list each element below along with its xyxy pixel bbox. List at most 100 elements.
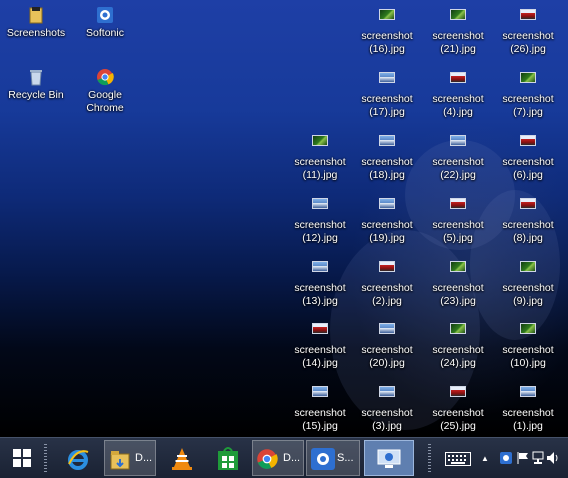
remote-desktop-button[interactable]: [364, 440, 414, 476]
file-extension-line: (8).jpg: [513, 231, 543, 244]
softonic-shortcut-icon[interactable]: Softonic: [69, 6, 141, 40]
file-icon-f14[interactable]: screenshot (14).jpg: [284, 320, 356, 369]
file-icon-f12[interactable]: screenshot (12).jpg: [284, 195, 356, 244]
file-icon-f24[interactable]: screenshot (24).jpg: [422, 320, 494, 369]
image-thumbnail-icon: [284, 386, 356, 404]
screenshots-folder-icon[interactable]: Screenshots: [0, 6, 72, 40]
flag-tray-icon[interactable]: [516, 451, 530, 468]
file-name-line: screenshot: [502, 219, 554, 231]
file-icon-f13[interactable]: screenshot (13).jpg: [284, 258, 356, 307]
start-button[interactable]: [4, 440, 38, 476]
file-icon-f10[interactable]: screenshot (10).jpg: [492, 320, 564, 369]
taskbar: D... D... S... ▲: [0, 437, 568, 478]
file-icon-f11[interactable]: screenshot (11).jpg: [284, 132, 356, 181]
file-extension-line: (12).jpg: [302, 231, 338, 244]
file-extension-line: (2).jpg: [372, 294, 402, 307]
image-thumbnail-icon: [492, 386, 564, 404]
file-extension-line: (9).jpg: [513, 294, 543, 307]
file-name-line: screenshot: [361, 407, 413, 419]
touch-keyboard-button[interactable]: [440, 440, 476, 476]
file-icon-f21[interactable]: screenshot (21).jpg: [422, 6, 494, 55]
file-extension-line: (25).jpg: [440, 419, 476, 432]
file-name-line: screenshot: [361, 156, 413, 168]
file-extension-line: (13).jpg: [302, 294, 338, 307]
file-name-line: screenshot: [502, 282, 554, 294]
file-explorer-button[interactable]: D...: [104, 440, 156, 476]
image-thumbnail-icon: [492, 9, 564, 27]
chrome-taskbar-button[interactable]: D...: [252, 440, 304, 476]
file-name-line: screenshot: [432, 93, 484, 105]
file-name-line: screenshot: [294, 219, 346, 231]
softonic-taskbar-button[interactable]: S...: [306, 440, 360, 476]
volume-icon[interactable]: [546, 451, 560, 468]
file-name-line: screenshot: [432, 344, 484, 356]
file-icon-f2[interactable]: screenshot (2).jpg: [351, 258, 423, 307]
file-extension-line: (6).jpg: [513, 168, 543, 181]
file-icon-f7[interactable]: screenshot (7).jpg: [492, 69, 564, 118]
image-thumbnail-icon: [351, 72, 423, 90]
file-extension-line: (3).jpg: [372, 419, 402, 432]
file-extension-line: (26).jpg: [510, 42, 546, 55]
icon-label: Google: [88, 89, 122, 101]
file-name-line: screenshot: [361, 219, 413, 231]
file-icon-f6[interactable]: screenshot (6).jpg: [492, 132, 564, 181]
file-icon-f23[interactable]: screenshot (23).jpg: [422, 258, 494, 307]
folder-icon: [0, 6, 72, 24]
file-extension-line: (5).jpg: [443, 231, 473, 244]
image-thumbnail-icon: [422, 9, 494, 27]
file-icon-f16[interactable]: screenshot (16).jpg: [351, 6, 423, 55]
file-name-line: screenshot: [432, 407, 484, 419]
image-thumbnail-icon: [492, 261, 564, 279]
file-icon-f17[interactable]: screenshot (17).jpg: [351, 69, 423, 118]
softonic-app-icon: [311, 448, 335, 475]
image-thumbnail-icon: [351, 9, 423, 27]
taskbar-button-label: S...: [337, 452, 354, 464]
file-icon-f19[interactable]: screenshot (19).jpg: [351, 195, 423, 244]
file-icon-f20[interactable]: screenshot (20).jpg: [351, 320, 423, 369]
google-chrome-shortcut[interactable]: Google Chrome: [69, 68, 141, 114]
file-extension-line: (20).jpg: [369, 356, 405, 369]
file-name-line: screenshot: [432, 219, 484, 231]
image-thumbnail-icon: [492, 323, 564, 341]
file-extension-line: (4).jpg: [443, 105, 473, 118]
recycle-bin-shortcut[interactable]: Recycle Bin: [0, 68, 72, 102]
file-icon-f3[interactable]: screenshot (3).jpg: [351, 383, 423, 432]
image-thumbnail-icon: [492, 72, 564, 90]
ie-icon: [67, 448, 89, 475]
file-icon-f4[interactable]: screenshot (4).jpg: [422, 69, 494, 118]
file-name-line: screenshot: [502, 344, 554, 356]
image-thumbnail-icon: [351, 261, 423, 279]
file-icon-f1[interactable]: screenshot (1).jpg: [492, 383, 564, 432]
store-button[interactable]: [206, 440, 250, 476]
file-icon-f25[interactable]: screenshot (25).jpg: [422, 383, 494, 432]
file-name-line: screenshot: [361, 282, 413, 294]
show-hidden-icons-chevron-icon[interactable]: ▲: [481, 454, 489, 463]
icon-label: Softonic: [86, 27, 124, 39]
remote-tray-icon[interactable]: [499, 451, 513, 468]
image-thumbnail-icon: [284, 323, 356, 341]
file-icon-f18[interactable]: screenshot (18).jpg: [351, 132, 423, 181]
taskbar-grip[interactable]: [44, 444, 47, 472]
file-name-line: screenshot: [361, 93, 413, 105]
file-name-line: screenshot: [502, 407, 554, 419]
file-icon-f8[interactable]: screenshot (8).jpg: [492, 195, 564, 244]
image-thumbnail-icon: [422, 323, 494, 341]
file-icon-f15[interactable]: screenshot (15).jpg: [284, 383, 356, 432]
file-extension-line: (23).jpg: [440, 294, 476, 307]
icon-label: Recycle Bin: [8, 89, 64, 101]
file-icon-f22[interactable]: screenshot (22).jpg: [422, 132, 494, 181]
file-icon-f5[interactable]: screenshot (5).jpg: [422, 195, 494, 244]
internet-explorer-button[interactable]: [56, 440, 100, 476]
file-name-line: screenshot: [432, 282, 484, 294]
icon-label: Screenshots: [6, 27, 66, 39]
chrome-icon: [69, 68, 141, 86]
store-icon: [217, 447, 239, 476]
taskbar-grip[interactable]: [428, 444, 431, 472]
image-thumbnail-icon: [422, 386, 494, 404]
network-icon[interactable]: [531, 451, 545, 468]
file-icon-f26[interactable]: screenshot (26).jpg: [492, 6, 564, 55]
vlc-button[interactable]: [160, 440, 204, 476]
folder-icon: [110, 449, 130, 476]
file-extension-line: (1).jpg: [513, 419, 543, 432]
file-icon-f9[interactable]: screenshot (9).jpg: [492, 258, 564, 307]
